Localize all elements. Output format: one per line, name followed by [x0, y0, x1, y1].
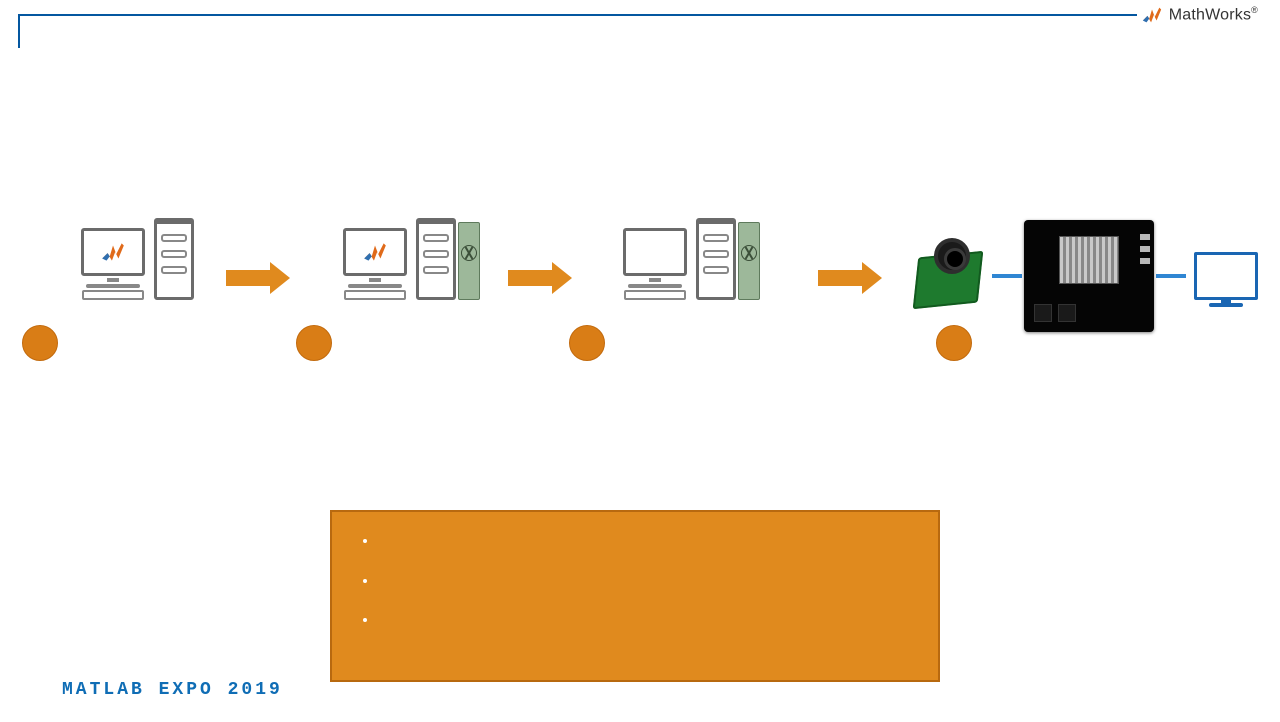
stage-2-desktop-gpu	[340, 218, 480, 300]
mathworks-logo: MathWorks®	[1137, 4, 1262, 26]
stage-3-workstation-gpu	[620, 218, 760, 300]
stage-4-embedded-hardware	[910, 220, 1258, 332]
mathworks-icon	[1141, 4, 1163, 26]
keyboard-icon	[344, 290, 406, 300]
monitor-icon	[623, 228, 687, 276]
stage-3-marker	[569, 325, 605, 361]
monitor-icon	[81, 228, 145, 276]
cable-icon	[1156, 274, 1186, 278]
top-border	[18, 14, 1262, 16]
display-icon	[1194, 252, 1258, 300]
cable-icon	[992, 274, 1022, 278]
top-border-corner	[18, 14, 20, 48]
arrow-right-icon	[508, 262, 572, 294]
matlab-icon	[362, 239, 388, 265]
callout-box	[330, 510, 940, 682]
mathworks-logo-text: MathWorks®	[1169, 5, 1258, 24]
gpu-card-icon	[458, 222, 480, 300]
monitor-icon	[343, 228, 407, 276]
arrow-right-icon	[818, 262, 882, 294]
footer-brand: MATLAB EXPO 2019	[62, 680, 283, 700]
callout-item	[378, 570, 912, 592]
arrow-right-icon	[226, 262, 290, 294]
server-tower-icon	[416, 218, 456, 300]
keyboard-icon	[624, 290, 686, 300]
server-tower-icon	[154, 218, 194, 300]
stage-2-marker	[296, 325, 332, 361]
callout-item	[378, 609, 912, 631]
stage-1-marker	[22, 325, 58, 361]
embedded-board-icon	[1024, 220, 1154, 332]
camera-module-icon	[910, 236, 990, 316]
callout-item	[378, 530, 912, 552]
matlab-icon	[100, 239, 126, 265]
gpu-card-icon	[738, 222, 760, 300]
stage-4-marker	[936, 325, 972, 361]
server-tower-icon	[696, 218, 736, 300]
stage-1-desktop	[78, 218, 194, 300]
keyboard-icon	[82, 290, 144, 300]
